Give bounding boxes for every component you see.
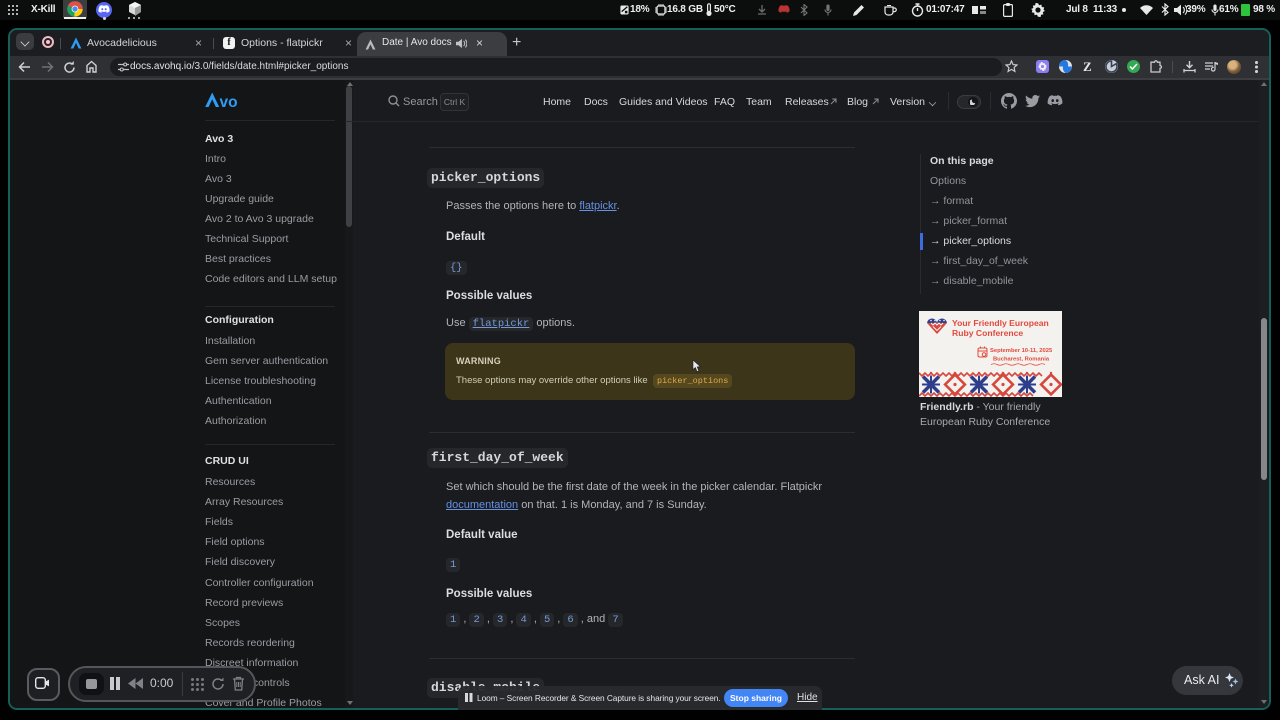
svg-text:vo: vo [220, 94, 238, 109]
svg-text:September 10-11, 2025: September 10-11, 2025 [990, 348, 1053, 354]
svg-text:Bucharest, Romania: Bucharest, Romania [993, 357, 1050, 363]
svg-text:Your Friendly European: Your Friendly European [952, 318, 1049, 328]
svg-text:Ruby Conference: Ruby Conference [952, 328, 1023, 338]
